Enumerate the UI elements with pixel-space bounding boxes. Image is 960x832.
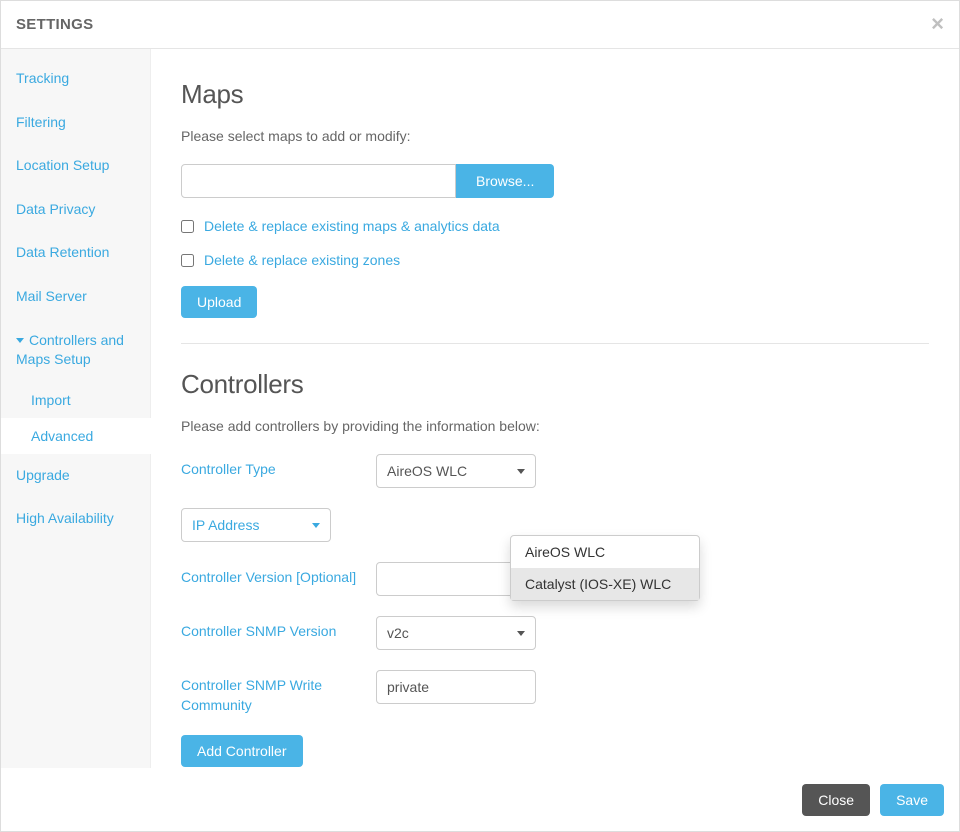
sidebar-item-label: Controllers and Maps Setup	[16, 332, 124, 368]
snmp-community-label: Controller SNMP Write Community	[181, 670, 376, 715]
caret-down-icon	[517, 631, 525, 636]
sidebar-item-location-setup[interactable]: Location Setup	[1, 144, 150, 188]
caret-down-icon	[517, 469, 525, 474]
replace-zones-label[interactable]: Delete & replace existing zones	[204, 252, 400, 268]
sidebar-item-mail-server[interactable]: Mail Server	[1, 275, 150, 319]
dropdown-option-aireos[interactable]: AireOS WLC	[511, 536, 699, 568]
row-snmp-version: Controller SNMP Version v2c	[181, 616, 929, 650]
ip-address-label: IP Address	[192, 517, 259, 533]
sidebar-item-tracking[interactable]: Tracking	[1, 57, 150, 101]
settings-sidebar: Tracking Filtering Location Setup Data P…	[1, 49, 151, 768]
file-row: Browse...	[181, 164, 929, 198]
maps-helper: Please select maps to add or modify:	[181, 128, 929, 144]
replace-maps-checkbox[interactable]	[181, 220, 194, 233]
maps-title: Maps	[181, 79, 929, 110]
snmp-version-value: v2c	[387, 625, 409, 641]
controller-version-label: Controller Version [Optional]	[181, 562, 376, 588]
sidebar-item-controllers-maps[interactable]: Controllers and Maps Setup	[1, 319, 150, 382]
sidebar-sub-advanced[interactable]: Advanced	[1, 418, 151, 454]
modal-header: SETTINGS ×	[1, 1, 959, 49]
upload-button[interactable]: Upload	[181, 286, 257, 318]
close-icon[interactable]: ×	[931, 13, 944, 35]
browse-button[interactable]: Browse...	[456, 164, 554, 198]
settings-modal: SETTINGS × Tracking Filtering Location S…	[0, 0, 960, 832]
modal-body: Tracking Filtering Location Setup Data P…	[1, 49, 959, 768]
controller-type-value: AireOS WLC	[387, 463, 467, 479]
replace-zones-checkbox[interactable]	[181, 254, 194, 267]
dropdown-option-catalyst[interactable]: Catalyst (IOS-XE) WLC	[511, 568, 699, 600]
sidebar-item-data-privacy[interactable]: Data Privacy	[1, 188, 150, 232]
controller-type-select[interactable]: AireOS WLC	[376, 454, 536, 488]
modal-footer: Close Save	[1, 768, 959, 831]
ip-address-select[interactable]: IP Address	[181, 508, 331, 542]
modal-title: SETTINGS	[16, 16, 944, 33]
section-divider	[181, 343, 929, 344]
replace-maps-label[interactable]: Delete & replace existing maps & analyti…	[204, 218, 500, 234]
snmp-community-input[interactable]	[376, 670, 536, 704]
map-file-input[interactable]	[181, 164, 456, 198]
sidebar-sub-import[interactable]: Import	[1, 382, 150, 418]
controllers-helper: Please add controllers by providing the …	[181, 418, 929, 434]
sidebar-item-data-retention[interactable]: Data Retention	[1, 231, 150, 275]
controller-type-dropdown: AireOS WLC Catalyst (IOS-XE) WLC	[510, 535, 700, 601]
save-button[interactable]: Save	[880, 784, 944, 816]
chevron-down-icon	[16, 338, 24, 343]
caret-down-icon	[312, 523, 320, 528]
content-area: Maps Please select maps to add or modify…	[151, 49, 959, 768]
sidebar-item-upgrade[interactable]: Upgrade	[1, 454, 150, 498]
row-controller-type: Controller Type AireOS WLC	[181, 454, 929, 488]
sidebar-item-high-availability[interactable]: High Availability	[1, 497, 150, 541]
snmp-version-label: Controller SNMP Version	[181, 616, 376, 642]
checkbox-row-maps: Delete & replace existing maps & analyti…	[181, 218, 929, 234]
controllers-title: Controllers	[181, 369, 929, 400]
controller-type-label: Controller Type	[181, 454, 376, 480]
add-controller-button[interactable]: Add Controller	[181, 735, 303, 767]
checkbox-row-zones: Delete & replace existing zones	[181, 252, 929, 268]
snmp-version-select[interactable]: v2c	[376, 616, 536, 650]
row-snmp-community: Controller SNMP Write Community	[181, 670, 929, 715]
sidebar-item-filtering[interactable]: Filtering	[1, 101, 150, 145]
close-button[interactable]: Close	[802, 784, 870, 816]
